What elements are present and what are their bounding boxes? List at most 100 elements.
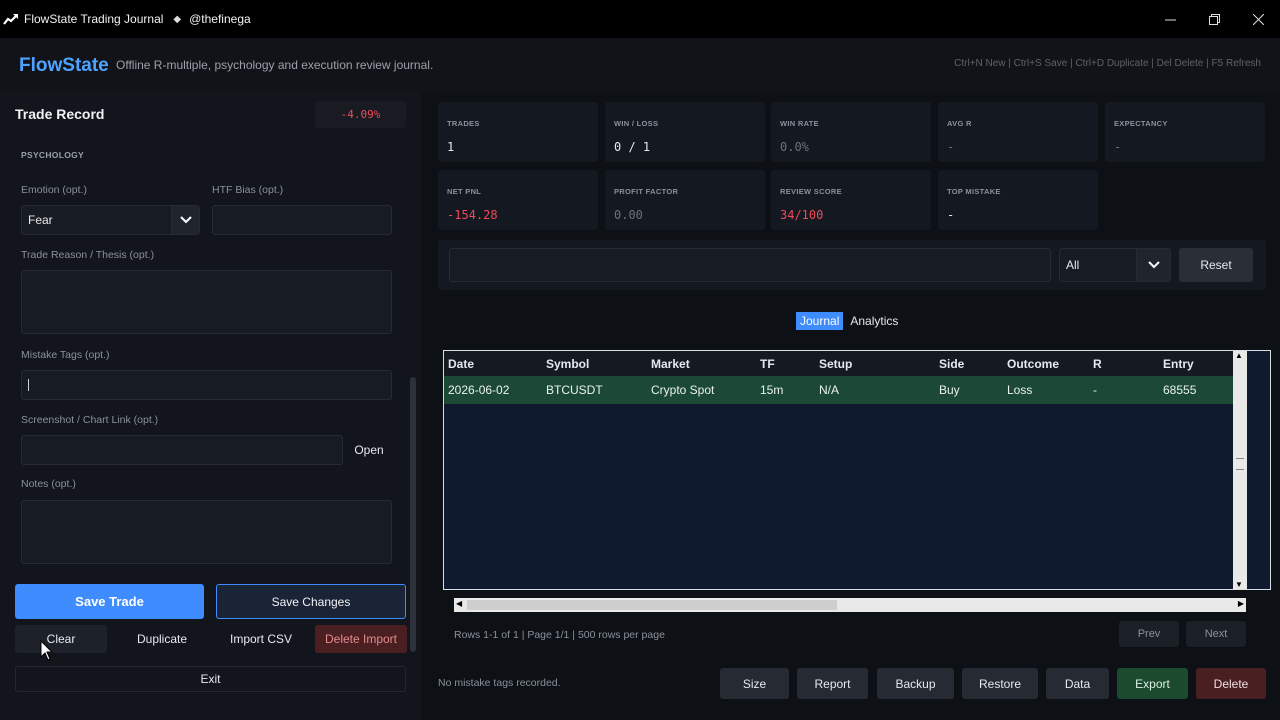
table-cell: 15m	[760, 383, 784, 397]
mistake-tags-input[interactable]	[21, 370, 392, 400]
trade-reason-textarea[interactable]	[21, 270, 392, 334]
stat-label: REVIEW SCORE	[780, 187, 842, 196]
stat-card-profit-factor: PROFIT FACTOR 0.00	[605, 170, 765, 230]
save-trade-button[interactable]: Save Trade	[15, 584, 204, 619]
text-cursor	[28, 379, 29, 391]
stat-label: PROFIT FACTOR	[614, 187, 679, 196]
prev-page-button[interactable]: Prev	[1119, 621, 1179, 647]
chevron-down-icon	[1136, 249, 1170, 281]
stat-label: TOP MISTAKE	[947, 187, 1001, 196]
scroll-thumb[interactable]	[467, 600, 837, 610]
duplicate-button[interactable]: Duplicate	[116, 625, 208, 653]
reset-filter-button[interactable]: Reset	[1179, 248, 1253, 282]
mouse-pointer-icon	[40, 640, 54, 661]
view-tabs: Journal Analytics	[796, 312, 902, 330]
stat-value: -	[1114, 140, 1122, 154]
stat-value: 0 / 1	[614, 140, 651, 154]
data-button[interactable]: Data	[1046, 668, 1109, 699]
trade-record-panel: Trade Record -4.09% PSYCHOLOGY Emotion (…	[0, 92, 421, 720]
scroll-right-icon[interactable]: ▶	[1238, 599, 1244, 608]
search-input[interactable]	[449, 248, 1051, 282]
stat-card-net-pnl: NET PNL -154.28	[438, 170, 598, 230]
filter-select[interactable]: All	[1059, 248, 1171, 282]
stat-card-top-mistake: TOP MISTAKE -	[938, 170, 1098, 230]
stat-value: -	[947, 140, 955, 154]
table-row[interactable]: 2026-06-02 BTCUSDT Crypto Spot 15m N/A Buy Los…	[444, 376, 1233, 404]
panel-title: Trade Record	[15, 106, 105, 122]
scroll-down-icon[interactable]: ▼	[1235, 580, 1243, 589]
backup-button[interactable]: Backup	[877, 668, 954, 699]
column-header[interactable]: Market	[651, 351, 690, 376]
pnl-percent-badge: -4.09%	[315, 101, 406, 128]
column-header[interactable]: Entry	[1163, 351, 1194, 376]
app-logo-icon	[3, 14, 18, 25]
form-scrollbar[interactable]	[410, 377, 416, 652]
stat-value: 0.00	[614, 208, 643, 222]
column-header[interactable]: R	[1093, 351, 1102, 376]
table-cell: 68555	[1163, 383, 1197, 397]
stat-value: 34/100	[780, 208, 824, 222]
htf-bias-input[interactable]	[212, 205, 392, 235]
scroll-grip-icon[interactable]	[1236, 458, 1244, 470]
stat-card-trades: TRADES 1	[438, 102, 598, 162]
next-page-button[interactable]: Next	[1186, 621, 1246, 647]
stat-label: WIN RATE	[780, 119, 819, 128]
restore-button[interactable]: Restore	[962, 668, 1038, 699]
import-csv-button[interactable]: Import CSV	[215, 625, 307, 653]
scroll-left-icon[interactable]: ◀	[456, 599, 462, 608]
screenshot-link-input[interactable]	[21, 435, 343, 465]
chevron-down-icon	[171, 206, 199, 234]
table-cell: Buy	[939, 383, 960, 397]
column-header[interactable]: Outcome	[1007, 351, 1059, 376]
tab-analytics[interactable]: Analytics	[846, 312, 902, 330]
stat-label: AVG R	[947, 119, 972, 128]
column-header[interactable]: Side	[939, 351, 964, 376]
stat-card-win-loss: WIN / LOSS 0 / 1	[605, 102, 765, 162]
close-icon	[1252, 13, 1264, 25]
column-header[interactable]: Date	[448, 351, 474, 376]
close-window-button[interactable]	[1236, 0, 1280, 38]
restore-window-button[interactable]	[1192, 0, 1236, 38]
open-link-button[interactable]: Open	[347, 435, 391, 465]
column-header[interactable]: Setup	[819, 351, 852, 376]
table-vertical-scrollbar[interactable]: ▲ ▼	[1233, 351, 1247, 589]
column-header[interactable]: TF	[760, 351, 775, 376]
stat-card-win-rate: WIN RATE 0.0%	[771, 102, 931, 162]
stat-card-review-score: REVIEW SCORE 34/100	[771, 170, 931, 230]
stat-label: NET PNL	[447, 187, 482, 196]
save-changes-button[interactable]: Save Changes	[216, 584, 406, 619]
delete-import-button[interactable]: Delete Import	[315, 625, 407, 653]
minimize-button[interactable]	[1148, 0, 1192, 38]
stat-value: 1	[447, 140, 455, 154]
htf-bias-label: HTF Bias (opt.)	[212, 184, 284, 196]
dashboard-panel: TRADES 1 WIN / LOSS 0 / 1 WIN RATE 0.0% …	[421, 92, 1280, 720]
delete-button[interactable]: Delete	[1196, 668, 1266, 699]
stat-label: EXPECTANCY	[1114, 119, 1168, 128]
emotion-label: Emotion (opt.)	[21, 184, 87, 196]
mistake-tags-label: Mistake Tags (opt.)	[21, 349, 110, 361]
report-button[interactable]: Report	[797, 668, 868, 699]
stat-card-expectancy: EXPECTANCY -	[1105, 102, 1265, 162]
stat-label: WIN / LOSS	[614, 119, 659, 128]
stat-value: 0.0%	[780, 140, 809, 154]
app-tagline: Offline R-multiple, psychology and execu…	[116, 58, 434, 72]
export-button[interactable]: Export	[1117, 668, 1188, 699]
table-horizontal-scrollbar[interactable]: ◀ ▶	[454, 598, 1246, 612]
table-cell: BTCUSDT	[546, 383, 603, 397]
filter-bar: All Reset	[438, 240, 1266, 290]
clear-button[interactable]: Clear	[15, 625, 107, 653]
emotion-select[interactable]: Fear	[21, 205, 200, 235]
diamond-icon: ◆	[173, 13, 182, 25]
trade-reason-label: Trade Reason / Thesis (opt.)	[21, 249, 155, 261]
emotion-select-value: Fear	[28, 213, 53, 227]
table-cell: Loss	[1007, 383, 1033, 397]
filter-select-value: All	[1066, 258, 1080, 272]
size-button[interactable]: Size	[720, 668, 789, 699]
tab-journal[interactable]: Journal	[796, 312, 844, 330]
notes-label: Notes (opt.)	[21, 478, 76, 490]
exit-button[interactable]: Exit	[15, 666, 406, 692]
column-header[interactable]: Symbol	[546, 351, 589, 376]
scroll-up-icon[interactable]: ▲	[1235, 351, 1243, 360]
status-message: No mistake tags recorded.	[438, 677, 561, 689]
notes-textarea[interactable]	[21, 500, 392, 564]
